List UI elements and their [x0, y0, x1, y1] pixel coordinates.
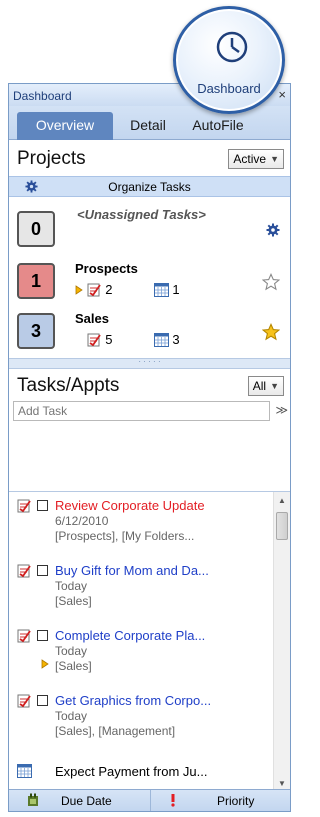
task-icon: [17, 629, 31, 643]
project-appt-count: 1: [172, 282, 180, 298]
star-outline-icon[interactable]: [262, 273, 280, 291]
gear-icon[interactable]: [266, 223, 280, 237]
calendar-icon: [153, 282, 169, 297]
clock-icon: [216, 31, 248, 63]
project-counts: 5 3: [75, 331, 180, 347]
project-number-badge: 1: [17, 263, 55, 299]
project-task-count: 5: [105, 332, 113, 348]
add-task-input[interactable]: [13, 401, 270, 421]
task-icon: [17, 694, 31, 708]
tasks-header: Tasks/Appts All ▼: [9, 369, 290, 401]
sort-due-date-label: Due Date: [61, 794, 112, 808]
appointment-item[interactable]: Expect Payment from Ju...: [9, 762, 271, 784]
task-list: Review Corporate Update 6/12/2010 [Prosp…: [9, 491, 290, 791]
task-projects: [Sales]: [55, 659, 92, 673]
task-due-date: Today: [55, 709, 88, 723]
project-name: Sales: [75, 311, 109, 326]
task-complete-checkbox[interactable]: [37, 565, 48, 576]
project-counts: 2 1: [75, 281, 180, 297]
projects-title: Projects: [17, 148, 86, 169]
task-icon: [87, 333, 101, 347]
scrollbar-thumb[interactable]: [276, 512, 288, 540]
add-task-row: ≫: [13, 401, 288, 423]
task-complete-checkbox[interactable]: [37, 695, 48, 706]
task-projects: [Sales]: [55, 594, 92, 608]
dashboard-bubble-button[interactable]: Dashboard: [173, 6, 285, 114]
expand-chevron-icon[interactable]: ≫: [275, 403, 288, 417]
project-name: <Unassigned Tasks>: [77, 207, 206, 222]
sort-priority-label: Priority: [217, 794, 255, 808]
task-icon: [17, 564, 31, 578]
task-subject: Buy Gift for Mom and Da...: [55, 563, 209, 578]
scroll-down-icon[interactable]: ▼: [278, 779, 286, 788]
tab-overview[interactable]: Overview: [17, 112, 113, 140]
dashboard-bubble-label: Dashboard: [197, 81, 261, 96]
expand-triangle-icon[interactable]: [41, 659, 49, 669]
scroll-up-icon[interactable]: ▲: [278, 496, 286, 505]
task-due-date: 6/12/2010: [55, 514, 109, 528]
project-item-sales[interactable]: 3 Sales 5 3: [9, 309, 290, 361]
task-projects: [Sales], [Management]: [55, 724, 176, 738]
sort-bar: Due Date Priority: [9, 789, 290, 811]
sort-priority-button[interactable]: Priority: [150, 790, 290, 811]
priority-icon: [171, 794, 175, 807]
calendar-icon: [153, 332, 169, 347]
project-task-count: 2: [105, 282, 113, 298]
task-item[interactable]: Complete Corporate Pla... Today [Sales]: [9, 628, 271, 690]
sort-due-date-button[interactable]: Due Date: [9, 790, 149, 811]
task-complete-checkbox[interactable]: [37, 630, 48, 641]
task-subject: Review Corporate Update: [55, 498, 205, 513]
task-item[interactable]: Buy Gift for Mom and Da... Today [Sales]: [9, 563, 271, 625]
projects-header: Projects Active ▼: [9, 140, 290, 176]
project-name: Prospects: [75, 261, 138, 276]
tasks-filter-value: All: [252, 379, 267, 393]
dashboard-panel: Dashboard × Overview Detail AutoFile Pro…: [8, 83, 291, 812]
project-number-badge: 0: [17, 211, 55, 247]
project-item-unassigned[interactable]: 0 <Unassigned Tasks>: [9, 207, 290, 259]
tab-autofile[interactable]: AutoFile: [179, 112, 257, 140]
task-list-scrollbar[interactable]: ▲ ▼: [273, 492, 290, 791]
tab-bar: Overview Detail AutoFile: [9, 106, 290, 140]
tab-detail[interactable]: Detail: [117, 112, 179, 140]
projects-filter-value: Active: [233, 152, 267, 166]
task-subject: Complete Corporate Pla...: [55, 628, 206, 643]
organize-tasks-label: Organize Tasks: [108, 180, 191, 194]
projects-list: 0 <Unassigned Tasks> 1 Prospects 2 1 3 S…: [9, 197, 290, 359]
task-item[interactable]: Review Corporate Update 6/12/2010 [Prosp…: [9, 498, 271, 560]
tasks-filter-dropdown[interactable]: All ▼: [247, 376, 284, 396]
appointment-subject: Expect Payment from Ju...: [55, 764, 208, 779]
star-filled-icon[interactable]: [262, 323, 280, 341]
task-subject: Get Graphics from Corpo...: [55, 693, 212, 708]
project-item-prospects[interactable]: 1 Prospects 2 1: [9, 259, 290, 311]
projects-filter-dropdown[interactable]: Active ▼: [228, 149, 284, 169]
project-appt-count: 3: [172, 332, 180, 348]
panel-title: Dashboard: [13, 89, 72, 103]
tasks-title: Tasks/Appts: [17, 375, 120, 396]
project-number-badge: 3: [17, 313, 55, 349]
task-icon: [17, 499, 31, 513]
organize-tasks-button[interactable]: Organize Tasks: [9, 176, 290, 197]
due-date-icon: [28, 793, 38, 806]
chevron-down-icon: ▼: [270, 154, 279, 164]
task-due-date: Today: [55, 644, 88, 658]
task-projects: [Prospects], [My Folders...: [55, 529, 195, 543]
task-complete-checkbox[interactable]: [37, 500, 48, 511]
expand-triangle-icon[interactable]: [75, 284, 83, 295]
task-due-date: Today: [55, 579, 88, 593]
task-item[interactable]: Get Graphics from Corpo... Today [Sales]…: [9, 693, 271, 755]
chevron-down-icon: ▼: [270, 381, 279, 391]
calendar-icon: [17, 764, 32, 778]
task-icon: [87, 283, 101, 297]
